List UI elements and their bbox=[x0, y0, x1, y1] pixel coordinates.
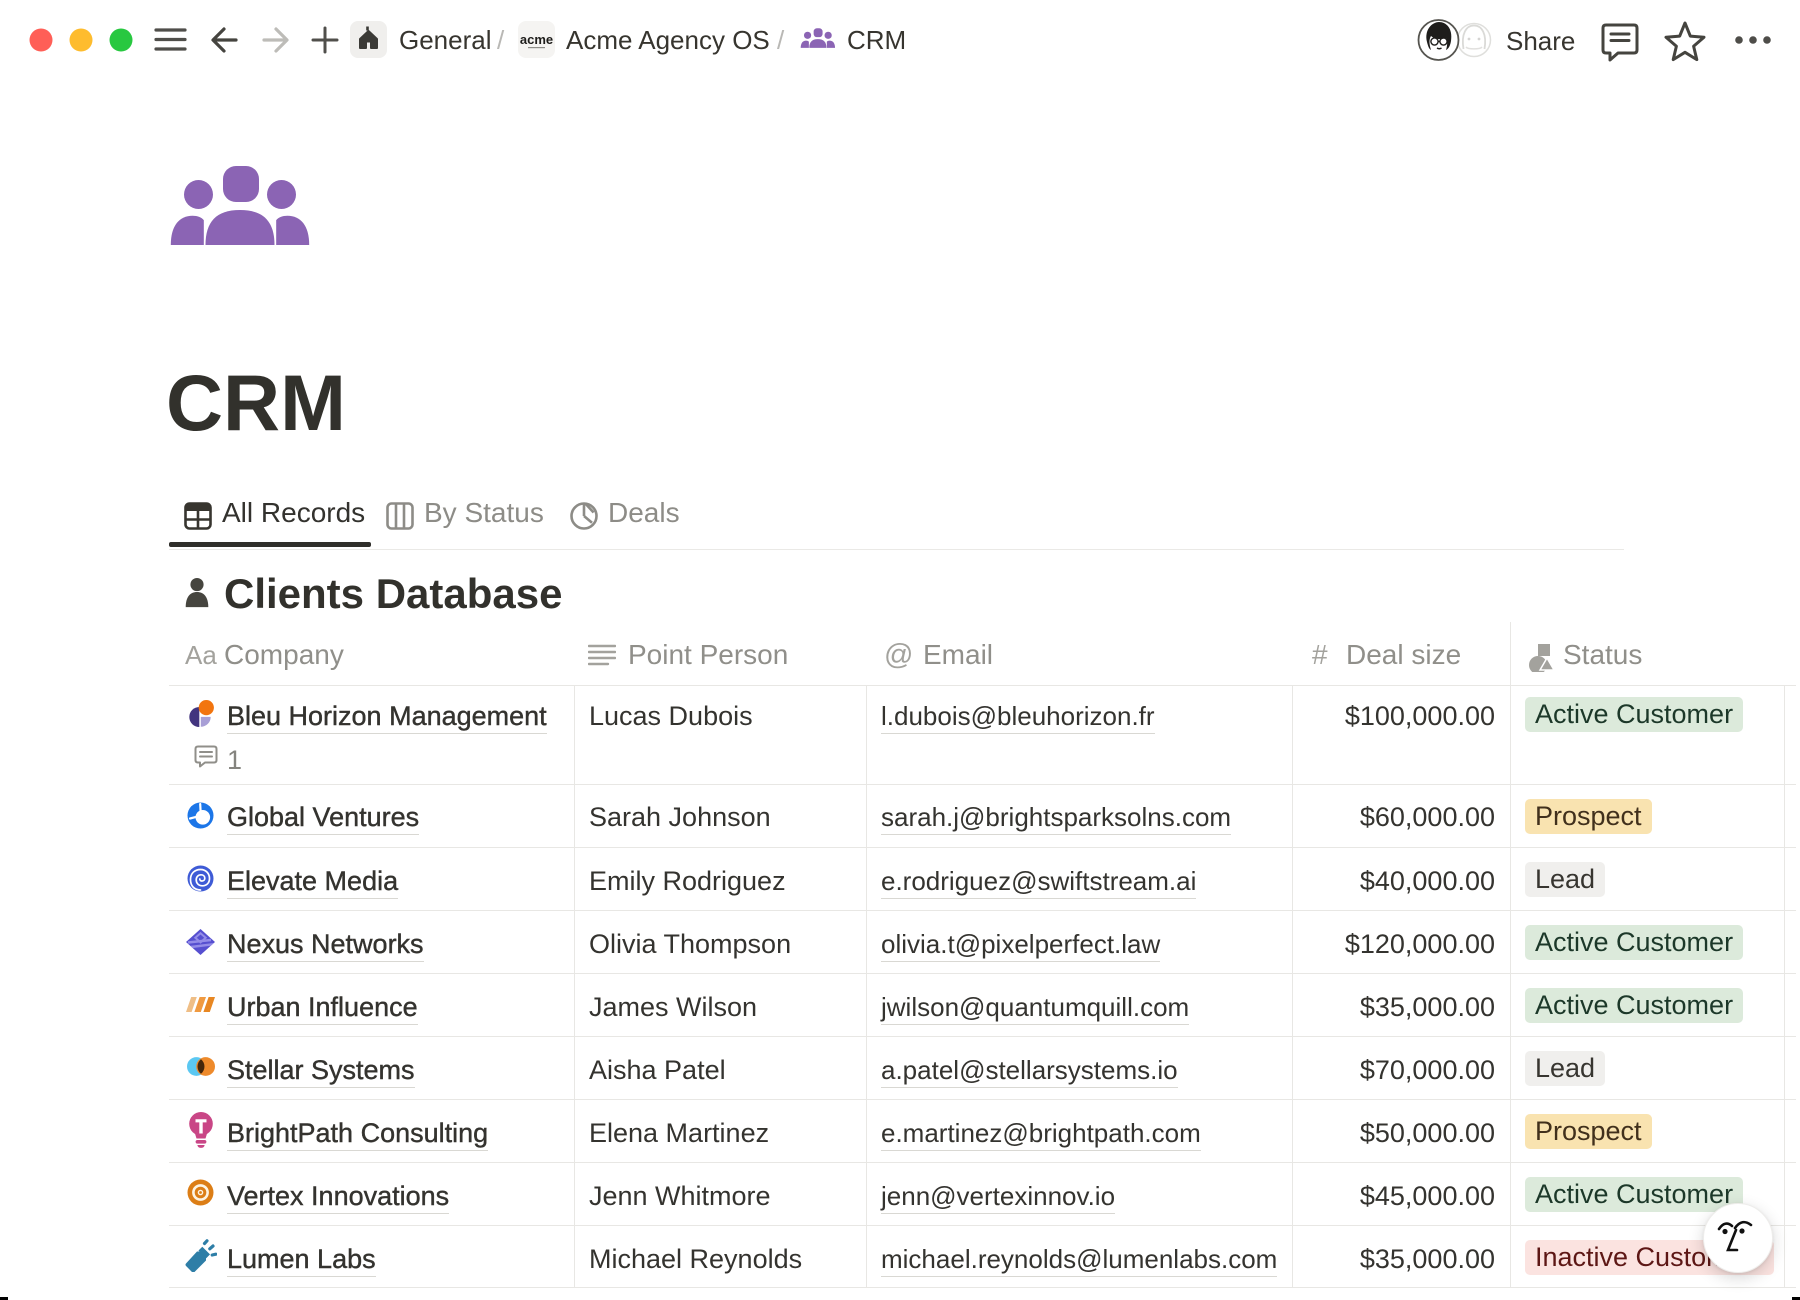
svg-text:acme: acme bbox=[520, 32, 553, 47]
